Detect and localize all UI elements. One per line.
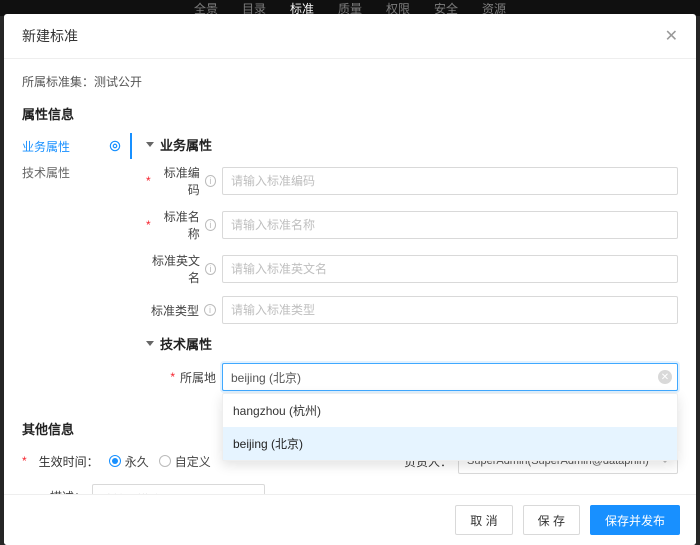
code-input[interactable] [222,167,678,195]
radio-custom[interactable]: 自定义 [159,453,211,470]
region-option[interactable]: hangzhou (杭州) [223,394,677,427]
radio-custom-label: 自定义 [175,453,211,470]
side-nav-biz[interactable]: 业务属性 [22,133,132,159]
info-icon[interactable]: i [205,263,216,275]
cancel-button[interactable]: 取 消 [455,505,512,535]
chevron-down-icon [146,142,154,147]
radio-permanent-label: 永久 [125,453,149,470]
close-icon[interactable]: ✕ [665,26,678,46]
side-nav: 业务属性 技术属性 [22,133,132,401]
region-select[interactable]: beijing (北京) ✕ hangzhou (杭州) beijing (北京… [222,363,678,391]
region-value: beijing (北京) [231,369,301,386]
label-type: 标准类型 [151,302,199,319]
modal-body: 所属标准集：测试公开 属性信息 业务属性 技术属性 业务属性 [4,59,696,499]
region-option-selected[interactable]: beijing (北京) [223,427,677,460]
effective-label: 生效时间： [39,453,99,470]
section-attr-info: 属性信息 [22,104,678,123]
region-select-display[interactable]: beijing (北京) [222,363,678,391]
chevron-down-icon [146,341,154,346]
side-nav-biz-label: 业务属性 [22,138,70,155]
modal-title: 新建标准 [22,26,78,46]
save-button[interactable]: 保 存 [523,505,580,535]
group-biz-label: 业务属性 [160,135,212,154]
group-biz[interactable]: 业务属性 [146,135,678,154]
set-label: 所属标准集： [22,75,94,89]
label-en: 标准英文名 [146,252,200,286]
modal-footer: 取 消 保 存 保存并发布 [4,494,696,545]
name-input[interactable] [222,211,678,239]
publish-button[interactable]: 保存并发布 [590,505,680,535]
group-tech-label: 技术属性 [160,334,212,353]
side-nav-tech[interactable]: 技术属性 [22,159,132,185]
region-dropdown: hangzhou (杭州) beijing (北京) [222,393,678,461]
form-area: 业务属性 *标准编码i *标准名称i 标准英文名i 标准类型i [132,133,678,401]
radio-permanent[interactable]: 永久 [109,453,149,470]
info-icon[interactable]: i [205,219,216,231]
info-icon[interactable]: i [205,175,216,187]
modal: 新建标准 ✕ 所属标准集：测试公开 属性信息 业务属性 技术属性 [4,14,696,545]
label-region: 所属地 [180,369,216,386]
clear-icon[interactable]: ✕ [658,370,672,384]
set-value: 测试公开 [94,75,142,89]
group-tech[interactable]: 技术属性 [146,334,678,353]
label-code: 标准编码 [156,164,200,198]
info-icon[interactable]: i [204,304,216,316]
modal-header: 新建标准 ✕ [4,14,696,59]
label-name: 标准名称 [156,208,200,242]
en-input[interactable] [222,255,678,283]
location-icon [108,139,122,153]
type-input[interactable] [222,296,678,324]
side-nav-tech-label: 技术属性 [22,164,70,181]
standard-set-line: 所属标准集：测试公开 [22,73,678,90]
